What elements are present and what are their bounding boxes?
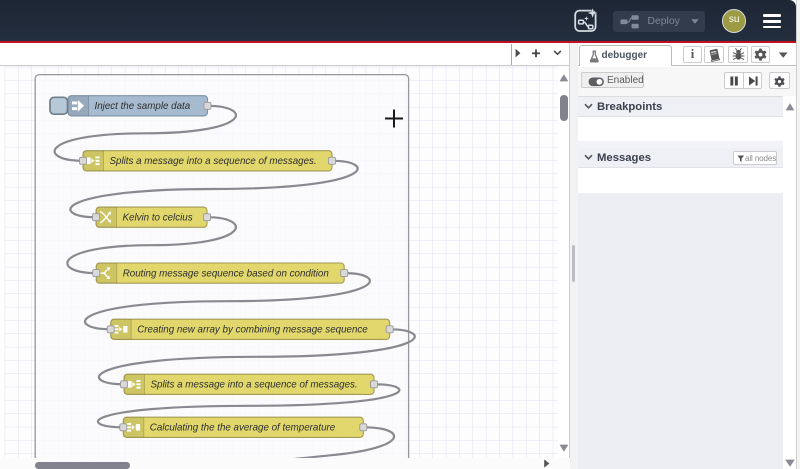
svg-text:Kelvin to celcius: Kelvin to celcius [123, 212, 193, 223]
svg-text:Splits a message into a sequen: Splits a message into a sequence of mess… [110, 156, 317, 167]
svg-text:Routing message sequence based: Routing message sequence based on condit… [123, 268, 329, 279]
svg-text:Creating new array by combinin: Creating new array by combining message … [137, 324, 368, 335]
svg-text:Splits a message into a sequen: Splits a message into a sequence of mess… [151, 379, 358, 390]
svg-text:Calculating the the average of: Calculating the the average of temperatu… [150, 422, 336, 433]
svg-text:Inject the sample data: Inject the sample data [95, 101, 191, 112]
